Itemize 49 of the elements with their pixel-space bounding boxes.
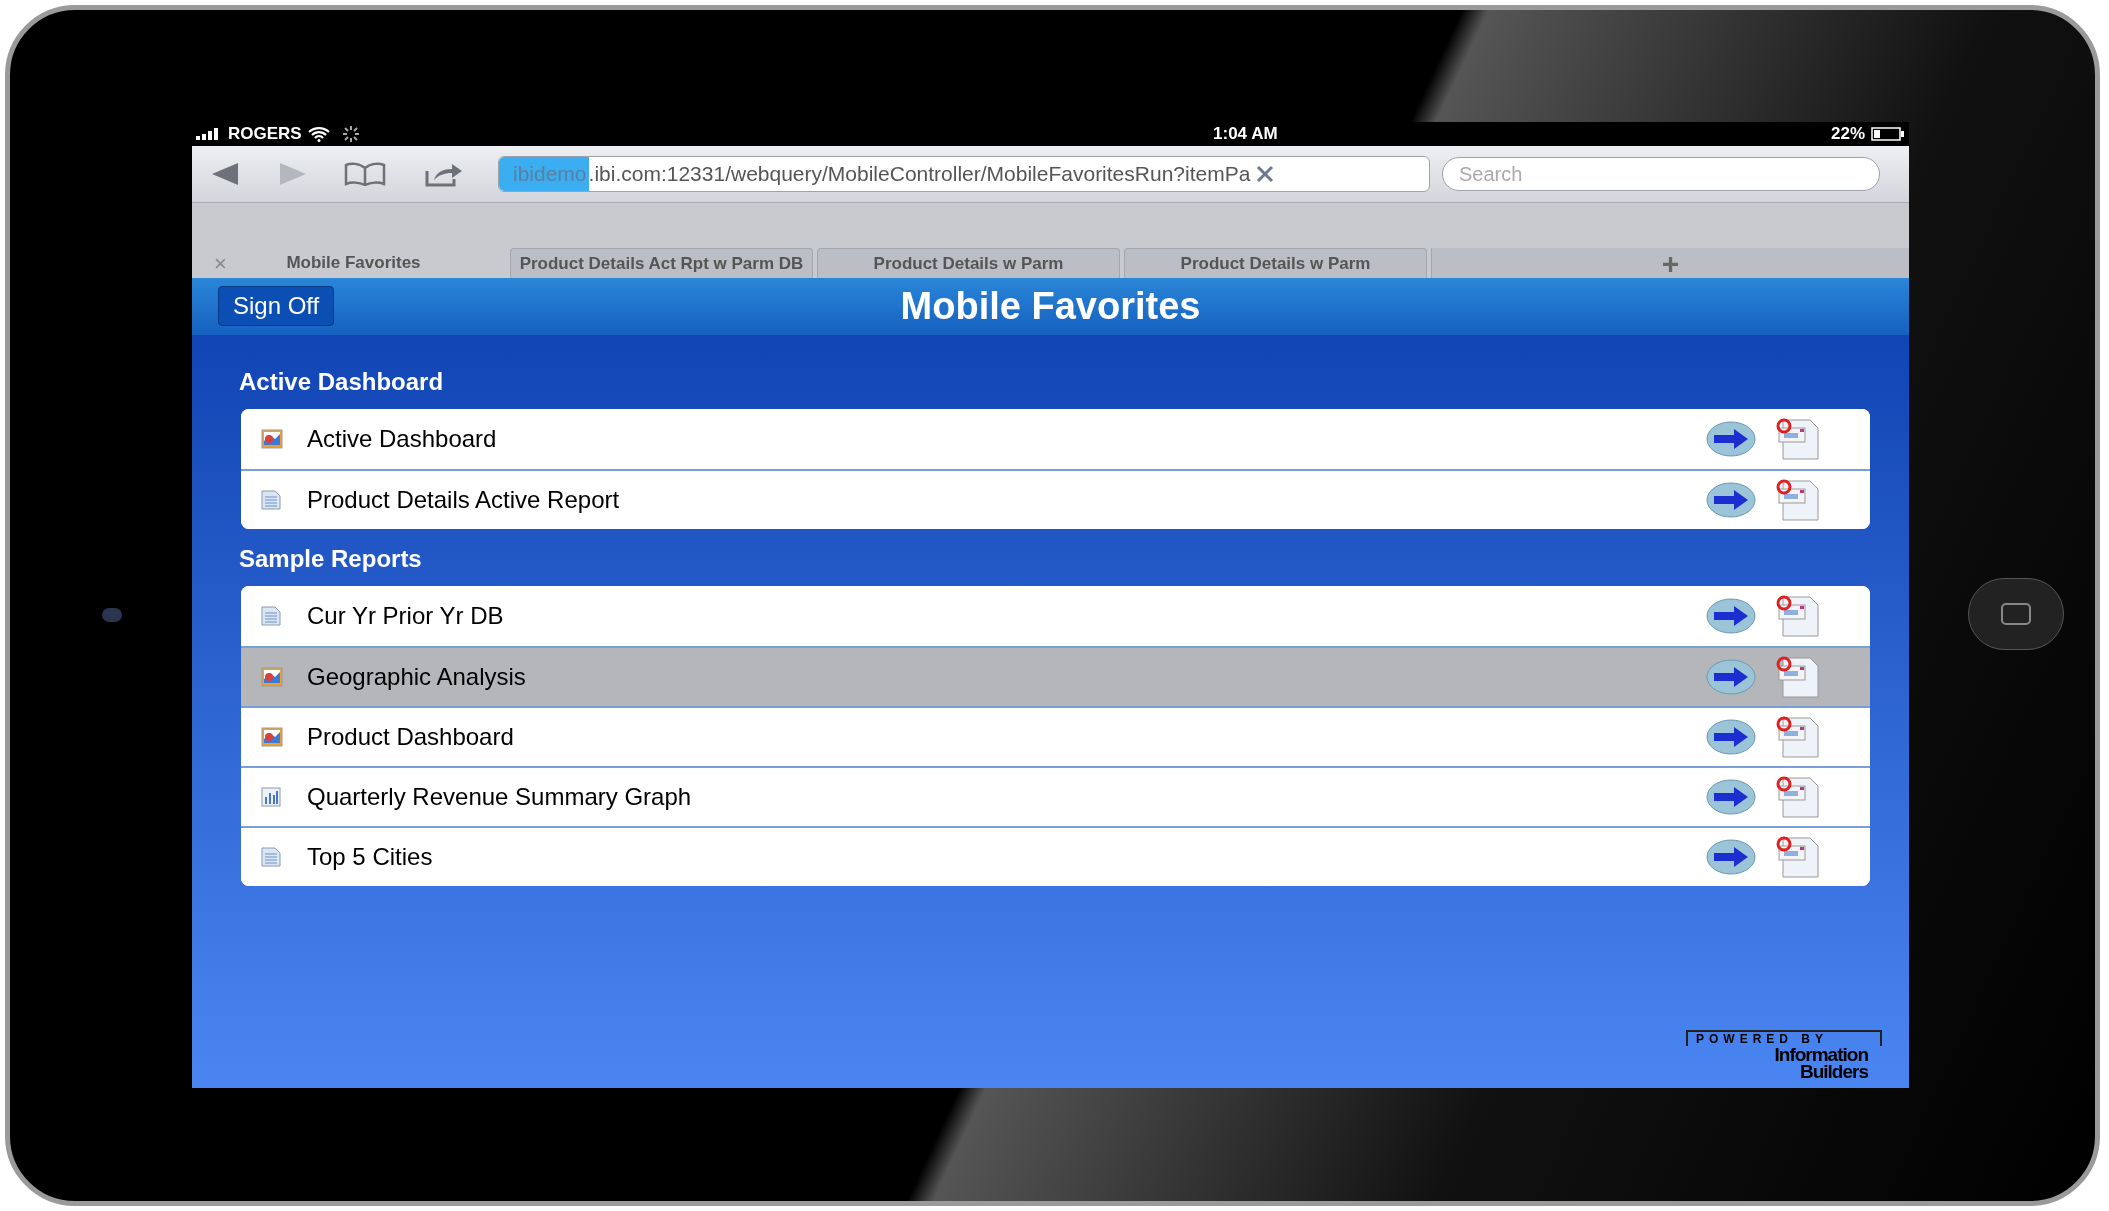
brand-name: Builders <box>1799 1063 1868 1080</box>
camera-icon <box>102 608 122 622</box>
favorite-title: Product Dashboard <box>307 722 515 752</box>
favorite-row[interactable]: Geographic Analysis <box>241 646 1870 706</box>
wifi-icon <box>307 126 330 142</box>
favorite-title: Active Dashboard <box>307 424 498 454</box>
url-field[interactable]: ibidemo.ibi.com:12331/webquery/MobileController/MobileFavoritesRun?itemPa <box>498 156 1430 192</box>
clock-time: 1:04 AM <box>1213 123 1278 146</box>
favorite-title: Geographic Analysis <box>307 662 527 692</box>
favorite-row[interactable]: Top 5 Cities <box>241 826 1870 886</box>
url-selection: ibidemo <box>499 157 589 191</box>
favorite-row[interactable]: Product Details Active Report <box>241 469 1870 529</box>
favorite-title: Cur Yr Prior Yr DB <box>307 601 505 631</box>
spinner-icon <box>341 125 360 143</box>
browser-tab[interactable]: Product Details Act Rpt w Parm DB <box>510 248 813 278</box>
share-icon[interactable] <box>424 161 464 187</box>
document-icon <box>261 847 281 867</box>
battery-icon <box>1871 127 1905 141</box>
bookmarks-icon[interactable] <box>344 162 386 186</box>
back-icon[interactable] <box>212 163 240 185</box>
sign-off-button[interactable]: Sign Off <box>218 286 335 326</box>
section-heading: Sample Reports <box>239 544 423 574</box>
email-document-icon[interactable] <box>1776 418 1820 460</box>
email-document-icon[interactable] <box>1776 716 1820 758</box>
section-heading: Active Dashboard <box>239 367 445 397</box>
url-text: .ibi.com:12331/webquery/MobileController/MobileFavoritesRun?itemPa <box>588 161 1251 188</box>
powered-by-label: POWERED BY <box>1686 1030 1882 1046</box>
dashboard-icon <box>261 429 283 449</box>
email-document-icon[interactable] <box>1776 836 1820 878</box>
dashboard-icon <box>261 667 283 687</box>
battery-percent: 22% <box>1830 123 1865 146</box>
clear-icon[interactable] <box>1256 165 1275 183</box>
email-document-icon[interactable] <box>1776 595 1820 637</box>
search-field[interactable]: Search <box>1442 157 1880 191</box>
browser-tab[interactable]: Product Details w Parm <box>1124 248 1427 278</box>
page-title: Mobile Favorites <box>900 284 1201 329</box>
email-document-icon[interactable] <box>1776 656 1820 698</box>
dashboard-icon <box>261 727 283 747</box>
document-icon <box>261 490 281 510</box>
favorite-title: Top 5 Cities <box>307 842 434 872</box>
email-document-icon[interactable] <box>1776 776 1820 818</box>
brand-name: Information <box>1774 1046 1868 1063</box>
favorite-title: Quarterly Revenue Summary Graph <box>307 782 693 812</box>
carrier-name: ROGERS <box>228 123 302 146</box>
document-icon <box>261 606 281 626</box>
favorite-title: Product Details Active Report <box>307 485 621 515</box>
email-document-icon[interactable] <box>1776 479 1820 521</box>
bar-chart-icon <box>261 787 281 807</box>
browser-tab[interactable]: Product Details w Parm <box>817 248 1120 278</box>
